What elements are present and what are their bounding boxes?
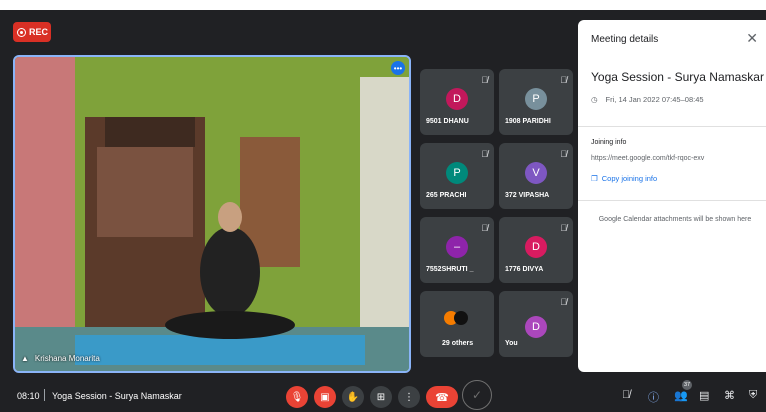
toolbar-meeting-title: Yoga Session - Surya Namaskar bbox=[52, 391, 182, 401]
datetime-text: Fri, 14 Jan 2022 07:45–08:45 bbox=[605, 95, 704, 104]
video-feed bbox=[15, 57, 409, 371]
participant-name: 265 PRACHI bbox=[426, 192, 467, 199]
meeting-title: Yoga Session - Surya Namaskar bbox=[591, 70, 764, 84]
mic-off-icon: 🎙̸ bbox=[560, 149, 567, 159]
end-call-icon: ☎ bbox=[435, 391, 449, 404]
copy-joining-info-button[interactable]: ❐ Copy joining info bbox=[591, 174, 657, 183]
camera-toggle-button[interactable]: ▣ bbox=[314, 386, 336, 408]
main-video-name-tag: ▲ Krishana Monarita bbox=[21, 354, 100, 363]
participant-tile[interactable]: 🎙̸ D 1776 DIVYA bbox=[499, 217, 573, 283]
avatar: P bbox=[446, 162, 468, 184]
participant-name: 1776 DIVYA bbox=[505, 266, 544, 273]
people-icon[interactable]: 👥 bbox=[674, 389, 688, 402]
participant-tile[interactable]: 🎙̸ V 372 VIPASHA bbox=[499, 143, 573, 209]
avatar: V bbox=[525, 162, 547, 184]
participant-name: Krishana Monarita bbox=[34, 354, 100, 363]
present-button[interactable]: ⊞ bbox=[370, 386, 392, 408]
meeting-datetime: ◷ Fri, 14 Jan 2022 07:45–08:45 bbox=[591, 95, 704, 104]
host-controls-icon[interactable]: ⛨ bbox=[749, 389, 757, 402]
end-call-button[interactable]: ☎ bbox=[426, 386, 458, 408]
participants-count-badge: 37 bbox=[682, 380, 692, 390]
panel-header: Meeting details bbox=[591, 34, 659, 45]
more-options-icon: ⋮ bbox=[404, 391, 414, 403]
joining-info-header: Joining info bbox=[591, 139, 627, 146]
divider bbox=[44, 389, 45, 401]
participant-name: 7552SHRUTI _ bbox=[426, 266, 474, 273]
mic-off-icon: 🎙̸ bbox=[560, 223, 567, 233]
clock-icon: ◷ bbox=[591, 95, 598, 104]
others-tile[interactable]: 29 others bbox=[420, 291, 494, 357]
activities-icon[interactable]: ⌘ bbox=[724, 389, 735, 402]
participant-tile[interactable]: 🎙̸ – 7552SHRUTI _ bbox=[420, 217, 494, 283]
raise-hand-icon: ✋ bbox=[346, 391, 360, 403]
participant-name: You bbox=[505, 340, 518, 347]
recording-label: REC bbox=[29, 27, 49, 37]
mic-off-icon: 🎙̸ bbox=[481, 223, 488, 233]
participant-tile[interactable]: 🎙̸ P 1908 PARIDHI bbox=[499, 69, 573, 135]
avatar: D bbox=[525, 316, 547, 338]
record-icon bbox=[17, 27, 26, 37]
joining-url[interactable]: https://meet.google.com/tkf-rqoc-exv bbox=[591, 155, 704, 162]
mic-off-icon: 🎙̸ bbox=[481, 75, 488, 85]
participant-name: 372 VIPASHA bbox=[505, 192, 550, 199]
others-count: 29 others bbox=[442, 340, 474, 347]
info-icon[interactable]: ⓘ bbox=[648, 389, 659, 405]
mic-off-icon: 🎙 bbox=[290, 391, 304, 403]
chat-icon[interactable]: ▤ bbox=[699, 389, 709, 402]
mic-toggle-button[interactable]: 🎙 bbox=[286, 386, 308, 408]
speaking-indicator-icon: ••• bbox=[391, 61, 405, 75]
recording-indicator: REC bbox=[13, 22, 51, 42]
divider bbox=[578, 126, 766, 127]
mic-off-icon: 🎙̸ bbox=[560, 297, 567, 307]
raise-hand-button[interactable]: ✋ bbox=[342, 386, 364, 408]
copy-icon: ❐ bbox=[591, 174, 598, 183]
divider bbox=[578, 200, 766, 201]
meeting-clock: 08:10 bbox=[17, 391, 40, 401]
avatar: D bbox=[446, 88, 468, 110]
participant-tile[interactable]: 🎙̸ P 265 PRACHI bbox=[420, 143, 494, 209]
mic-off-icon[interactable]: 🎙̸ bbox=[622, 389, 630, 401]
cursor-check-icon: ✓ bbox=[462, 380, 492, 410]
avatar: – bbox=[446, 236, 468, 258]
main-video-tile[interactable]: ••• ▲ Krishana Monarita bbox=[13, 55, 411, 373]
avatar: P bbox=[525, 88, 547, 110]
others-avatar bbox=[454, 311, 468, 325]
meeting-details-panel: Meeting details ✕ Yoga Session - Surya N… bbox=[578, 20, 766, 372]
mic-off-icon: 🎙̸ bbox=[481, 149, 488, 159]
bottom-toolbar: 08:10 Yoga Session - Surya Namaskar 🎙 ▣ … bbox=[0, 380, 766, 412]
avatar: D bbox=[525, 236, 547, 258]
self-tile[interactable]: 🎙̸ D You bbox=[499, 291, 573, 357]
camera-off-icon: ▣ bbox=[320, 391, 330, 403]
more-options-button[interactable]: ⋮ bbox=[398, 386, 420, 408]
pin-icon: ▲ bbox=[21, 354, 29, 363]
copy-label: Copy joining info bbox=[601, 174, 658, 183]
close-icon[interactable]: ✕ bbox=[746, 30, 758, 47]
mic-off-icon: 🎙̸ bbox=[560, 75, 567, 85]
participant-tile[interactable]: 🎙̸ D 9501 DHANU bbox=[420, 69, 494, 135]
participant-name: 1908 PARIDHI bbox=[505, 118, 551, 125]
present-icon: ⊞ bbox=[376, 391, 386, 403]
attachments-note: Google Calendar attachments will be show… bbox=[598, 216, 752, 223]
participant-name: 9501 DHANU bbox=[426, 118, 469, 125]
